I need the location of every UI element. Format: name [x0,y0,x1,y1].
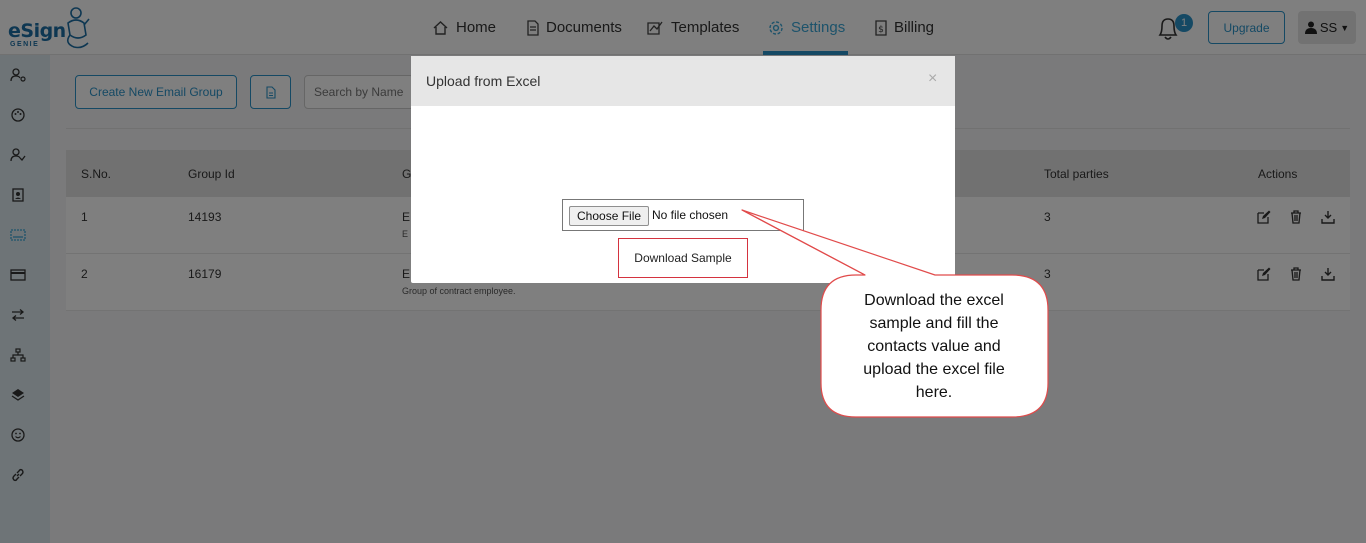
callout-text: Download the excel sample and fill the c… [863,292,1005,401]
callout-bubble [741,209,1049,418]
